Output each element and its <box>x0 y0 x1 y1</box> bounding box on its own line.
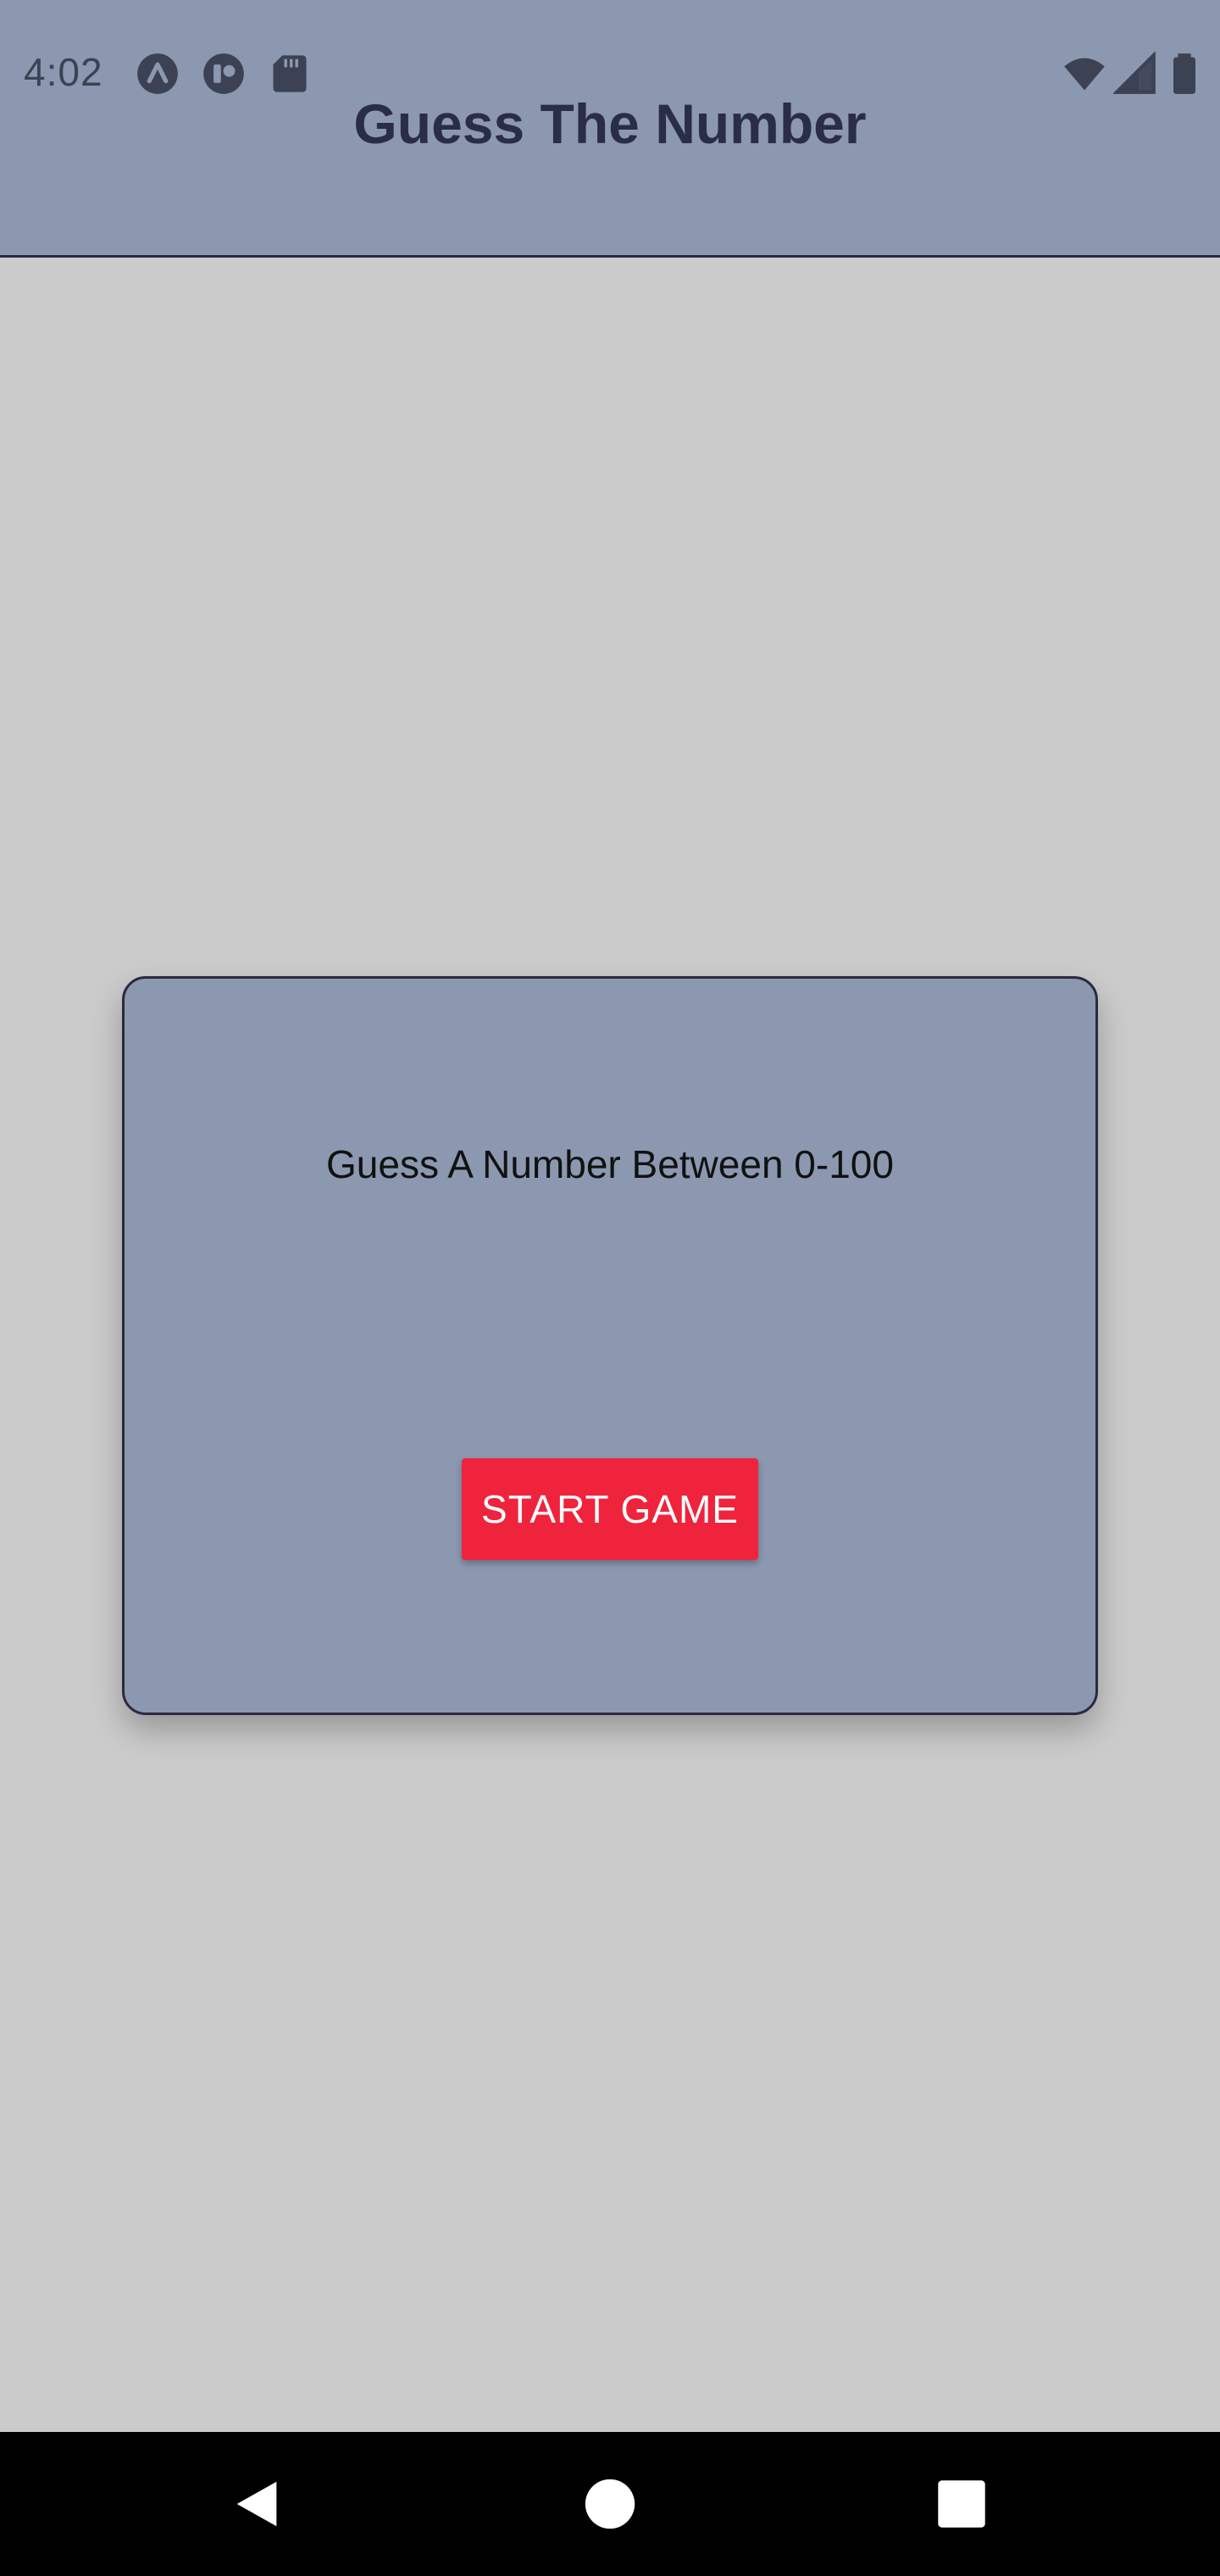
app-header: 4:02 Guess The Number <box>0 0 1220 258</box>
start-game-card: Guess A Number Between 0-100 START GAME <box>122 976 1098 1715</box>
navigation-bar <box>0 2432 1220 2576</box>
app-notification-icon <box>136 52 180 96</box>
app-notification-icon <box>202 52 246 96</box>
app-screen: 4:02 Guess The Number Guess A Number Bet… <box>0 0 1220 2576</box>
status-time: 4:02 <box>24 50 103 94</box>
app-title: Guess The Number <box>353 92 867 155</box>
battery-icon <box>1162 52 1206 96</box>
back-icon[interactable] <box>227 2474 286 2534</box>
cell-signal-icon <box>1113 52 1157 96</box>
home-icon[interactable] <box>580 2474 640 2534</box>
wifi-icon <box>1062 52 1106 96</box>
start-game-button[interactable]: START GAME <box>462 1458 758 1560</box>
sd-card-icon <box>268 52 312 96</box>
guess-prompt: Guess A Number Between 0-100 <box>326 1142 894 1186</box>
recents-icon[interactable] <box>932 2474 991 2534</box>
